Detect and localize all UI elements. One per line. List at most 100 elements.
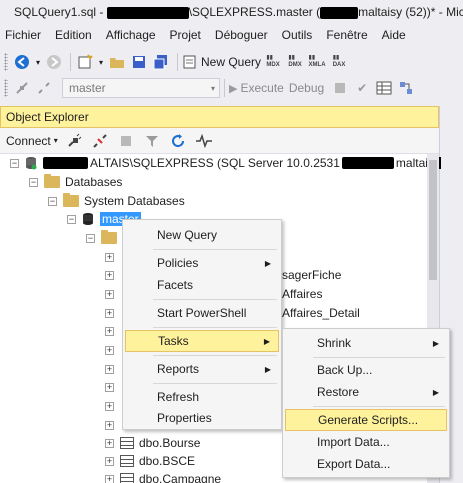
submenu-arrow-icon: ▶ <box>264 364 271 374</box>
xmla-query-icon[interactable]: ▮▮ XMLA <box>307 51 327 73</box>
tree-row[interactable]: + <box>105 322 120 340</box>
scrollbar-thumb[interactable] <box>429 160 437 280</box>
menu-item-reports[interactable]: Reports ▶ <box>125 358 279 380</box>
new-project-icon[interactable] <box>75 51 95 73</box>
connect-query-icon[interactable] <box>12 77 32 99</box>
connect-button[interactable]: Connect ▾ <box>6 130 58 152</box>
menu-item-refresh[interactable]: Refresh <box>125 386 279 408</box>
stop-icon[interactable] <box>116 130 136 152</box>
expand-icon[interactable]: + <box>105 382 114 392</box>
tree-row-partial-3[interactable]: Affaires_Detail <box>282 304 360 322</box>
activity-monitor-icon[interactable] <box>194 130 214 152</box>
database-icon <box>83 213 93 225</box>
menu-deboguer[interactable]: Déboguer <box>210 28 277 42</box>
menu-affichage[interactable]: Affichage <box>101 28 165 42</box>
save-icon[interactable] <box>129 51 149 73</box>
dax-query-icon[interactable]: ▮▮ DAX <box>329 51 349 73</box>
menu-item-back-up[interactable]: Back Up... <box>285 359 447 381</box>
parse-check-icon[interactable]: ✔ <box>352 77 372 99</box>
menu-item-policies[interactable]: Policies ▶ <box>125 252 279 274</box>
expand-icon[interactable]: + <box>105 438 114 448</box>
expand-icon[interactable]: + <box>105 345 114 355</box>
menu-item-label: Import Data... <box>317 435 390 449</box>
menu-item-label: Facets <box>157 278 194 292</box>
menu-fichier[interactable]: Fichier <box>0 28 50 42</box>
menu-fenetre[interactable]: Fenêtre <box>321 28 376 42</box>
tree-node-system-databases[interactable]: − System Databases <box>48 192 185 210</box>
menu-edition[interactable]: Edition <box>50 28 101 42</box>
dropdown-arrow-icon[interactable]: ▾ <box>97 51 105 73</box>
menu-item-facets[interactable]: Facets <box>125 274 279 296</box>
tree-row[interactable]: + <box>105 416 120 434</box>
mdx-query-icon[interactable]: ▮▮ MDX <box>263 51 283 73</box>
menu-item-export-data[interactable]: Export Data... <box>285 453 447 475</box>
disconnect-plug-icon[interactable] <box>90 130 110 152</box>
refresh-icon[interactable] <box>168 130 188 152</box>
menu-item-properties[interactable]: Properties <box>125 407 279 429</box>
tree-node-tables-folder[interactable]: − <box>86 229 122 247</box>
new-query-label: New Query <box>201 55 262 69</box>
tree-row[interactable]: + <box>105 397 120 415</box>
table-row-campagne[interactable]: + dbo.Campagne <box>105 470 221 483</box>
tree-node-databases[interactable]: − Databases <box>29 173 122 191</box>
menu-item-tasks[interactable]: Tasks ▶ <box>125 330 279 352</box>
include-plan-icon[interactable] <box>396 77 416 99</box>
table-row-bourse[interactable]: + dbo.Bourse <box>105 434 200 452</box>
connect-plug-icon[interactable] <box>64 130 84 152</box>
tree-row-partial-2[interactable]: Affaires <box>282 285 322 303</box>
tree-row[interactable]: + <box>105 248 120 266</box>
table-row-bsce[interactable]: + dbo.BSCE <box>105 452 195 470</box>
dmx-query-icon[interactable]: ▮▮ DMX <box>285 51 305 73</box>
menu-item-import-data[interactable]: Import Data... <box>285 431 447 453</box>
menu-aide[interactable]: Aide <box>377 28 415 42</box>
collapse-icon[interactable]: − <box>29 177 38 187</box>
stop-icon[interactable] <box>330 77 350 99</box>
table-label: sagerFiche <box>282 268 342 282</box>
filter-icon[interactable] <box>142 130 162 152</box>
collapse-icon[interactable]: − <box>10 158 19 168</box>
expand-icon[interactable]: + <box>105 270 114 280</box>
disconnect-icon[interactable] <box>34 77 54 99</box>
menu-item-restore[interactable]: Restore ▶ <box>285 381 447 403</box>
menu-item-start-powershell[interactable]: Start PowerShell <box>125 302 279 324</box>
database-selector[interactable]: master ▾ <box>62 78 220 98</box>
expand-icon[interactable]: + <box>105 308 114 318</box>
results-grid-icon[interactable] <box>374 77 394 99</box>
toolbar-grip[interactable] <box>4 79 8 97</box>
expand-icon[interactable]: + <box>105 364 114 374</box>
tree-row-partial-1[interactable]: sagerFiche <box>282 266 341 284</box>
forward-icon[interactable] <box>44 51 64 73</box>
expand-icon[interactable]: + <box>105 401 114 411</box>
collapse-icon[interactable]: − <box>48 196 57 206</box>
toolbar-grip[interactable] <box>4 53 8 71</box>
expand-icon[interactable]: + <box>105 252 114 262</box>
tree-row[interactable]: + <box>105 285 120 303</box>
menu-projet[interactable]: Projet <box>165 28 210 42</box>
tree-row[interactable]: + <box>105 341 120 359</box>
tree-row[interactable]: + <box>105 360 120 378</box>
collapse-icon[interactable]: − <box>86 233 95 243</box>
save-all-icon[interactable] <box>151 51 171 73</box>
execute-button[interactable]: ▶ Execute <box>229 77 284 99</box>
tree-row[interactable]: + <box>105 378 120 396</box>
expand-icon[interactable]: + <box>105 474 114 483</box>
dropdown-arrow-icon[interactable]: ▾ <box>34 51 42 73</box>
tree-row[interactable]: + <box>105 304 120 322</box>
expand-icon[interactable]: + <box>105 326 114 336</box>
expand-icon[interactable]: + <box>105 456 114 466</box>
new-query-button[interactable]: New Query <box>182 51 261 73</box>
debug-label: Debug <box>288 81 325 95</box>
collapse-icon[interactable]: − <box>67 214 76 224</box>
debug-button[interactable]: Debug <box>286 77 324 99</box>
menu-item-shrink[interactable]: Shrink ▶ <box>285 332 447 354</box>
back-icon[interactable] <box>12 51 32 73</box>
menu-outils[interactable]: Outils <box>277 28 322 42</box>
open-folder-icon[interactable] <box>107 51 127 73</box>
menu-item-new-query[interactable]: New Query <box>125 224 279 246</box>
object-explorer-header[interactable]: Object Explorer <box>0 106 439 128</box>
menu-item-generate-scripts[interactable]: Generate Scripts... <box>285 409 447 431</box>
expand-icon[interactable]: + <box>105 289 114 299</box>
tree-row[interactable]: + <box>105 266 120 284</box>
tree-node-server[interactable]: − ALTAIS\SQLEXPRESS (SQL Server 10.0.253… <box>10 154 451 172</box>
expand-icon[interactable]: + <box>105 420 114 430</box>
